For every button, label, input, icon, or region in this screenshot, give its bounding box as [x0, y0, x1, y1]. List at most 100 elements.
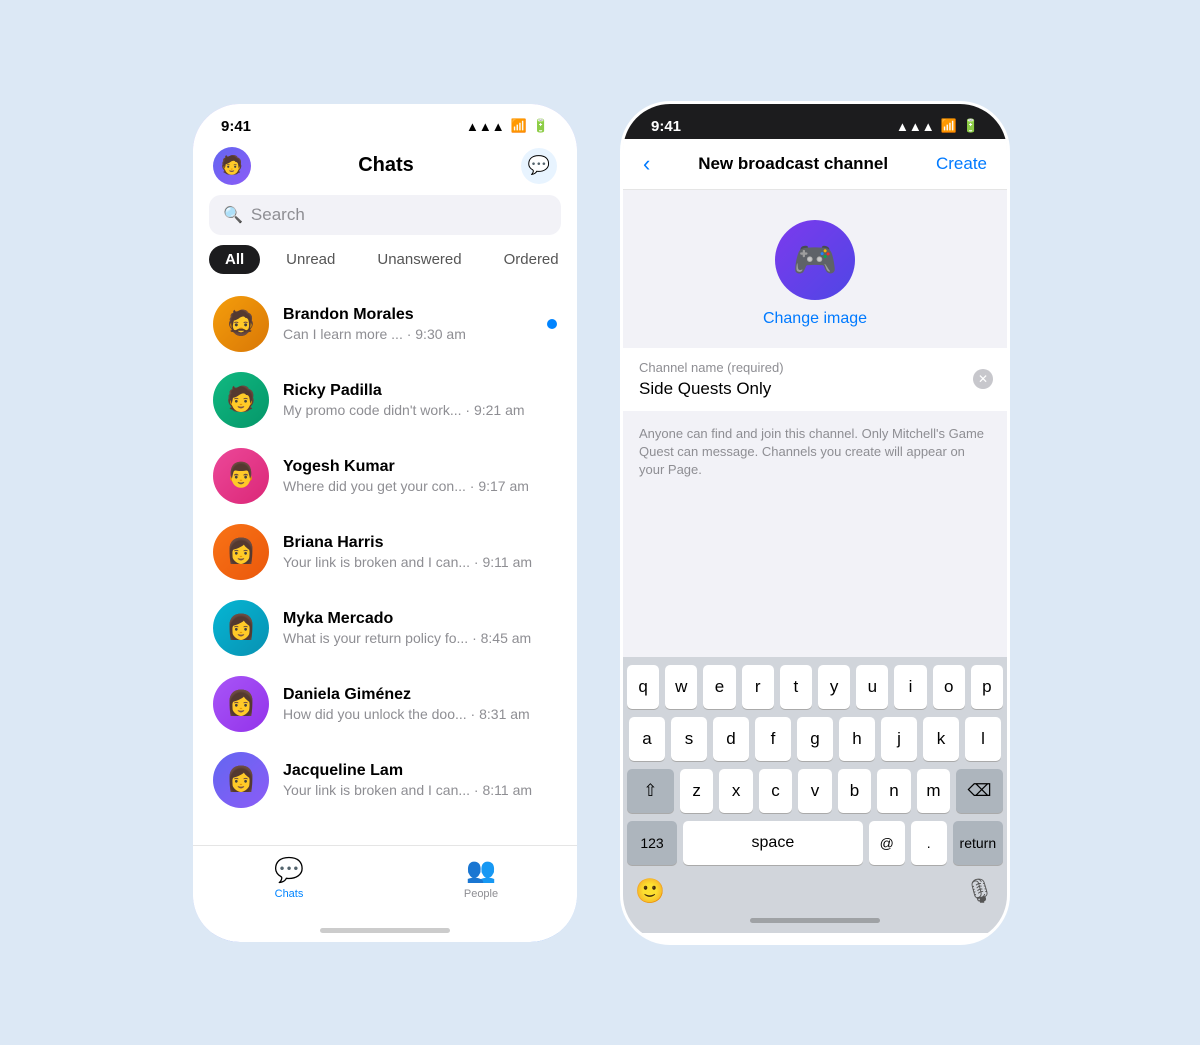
key-s[interactable]: s	[671, 717, 707, 761]
search-placeholder: Search	[251, 205, 305, 225]
key-r[interactable]: r	[742, 665, 774, 709]
avatar: 👩	[213, 524, 269, 580]
key-k[interactable]: k	[923, 717, 959, 761]
key-a[interactable]: a	[629, 717, 665, 761]
channel-name-section: Channel name (required) ✕	[623, 348, 1007, 411]
list-item[interactable]: 👩 Briana Harris Your link is broken and …	[193, 514, 577, 590]
key-x[interactable]: x	[719, 769, 752, 813]
avatar: 🧔	[213, 296, 269, 352]
back-button[interactable]: ‹	[643, 151, 650, 177]
user-avatar[interactable]: 🧑	[213, 147, 251, 185]
chat-info: Brandon Morales Can I learn more ... · 9…	[283, 306, 533, 342]
chat-preview: What is your return policy fo... · 8:45 …	[283, 630, 557, 646]
key-l[interactable]: l	[965, 717, 1001, 761]
filter-tab-all[interactable]: All	[209, 245, 260, 274]
key-d[interactable]: d	[713, 717, 749, 761]
key-o[interactable]: o	[933, 665, 965, 709]
signal-icon: ▲▲▲	[466, 119, 505, 134]
emoji-button[interactable]: 🙂	[635, 877, 665, 906]
home-indicator-right	[750, 918, 880, 923]
compose-icon[interactable]: 💬	[521, 148, 557, 184]
filter-tab-unread[interactable]: Unread	[270, 245, 351, 274]
time-left: 9:41	[221, 118, 251, 135]
channel-name-input[interactable]	[639, 379, 991, 399]
delete-key[interactable]: ⌫	[956, 769, 1003, 813]
keyboard-row-1: q w e r t y u i o p	[627, 665, 1003, 709]
keyboard-row-4: 123 space @ . return	[627, 821, 1003, 865]
right-phone-home-indicator-container	[623, 918, 1007, 933]
chat-name: Brandon Morales	[283, 306, 533, 324]
key-e[interactable]: e	[703, 665, 735, 709]
chat-name: Briana Harris	[283, 534, 557, 552]
key-f[interactable]: f	[755, 717, 791, 761]
keyboard: q w e r t y u i o p a s d f g	[623, 657, 1007, 918]
key-j[interactable]: j	[881, 717, 917, 761]
chat-name: Myka Mercado	[283, 610, 557, 628]
unread-dot	[547, 319, 557, 329]
channel-avatar: 🎮	[775, 220, 855, 300]
search-bar[interactable]: 🔍 Search	[209, 195, 561, 235]
key-h[interactable]: h	[839, 717, 875, 761]
key-w[interactable]: w	[665, 665, 697, 709]
list-item[interactable]: 👩 Daniela Giménez How did you unlock the…	[193, 666, 577, 742]
battery-icon: 🔋	[533, 118, 549, 134]
key-t[interactable]: t	[780, 665, 812, 709]
filter-tabs: All Unread Unanswered Ordered	[193, 245, 577, 286]
avatar: 👩	[213, 600, 269, 656]
people-nav-icon: 👥	[466, 856, 496, 885]
chat-preview: Can I learn more ... · 9:30 am	[283, 326, 533, 342]
channel-body: 🎮 Change image Channel name (required) ✕…	[623, 190, 1007, 657]
filter-tab-unanswered[interactable]: Unanswered	[361, 245, 477, 274]
key-c[interactable]: c	[759, 769, 792, 813]
create-button[interactable]: Create	[936, 154, 987, 174]
signal-icon-right: ▲▲▲	[896, 119, 935, 134]
key-q[interactable]: q	[627, 665, 659, 709]
keyboard-row-3: ⇧ z x c v b n m ⌫	[627, 769, 1003, 813]
list-item[interactable]: 👩 Jacqueline Lam Your link is broken and…	[193, 742, 577, 818]
key-v[interactable]: v	[798, 769, 831, 813]
key-n[interactable]: n	[877, 769, 910, 813]
avatar: 👩	[213, 676, 269, 732]
status-bar-left: 9:41 ▲▲▲ 📶 🔋	[193, 104, 577, 139]
chat-info: Jacqueline Lam Your link is broken and I…	[283, 762, 557, 798]
key-y[interactable]: y	[818, 665, 850, 709]
people-nav-label: People	[464, 888, 498, 900]
right-phone-content: ‹ New broadcast channel Create 🎮 Change …	[623, 139, 1007, 933]
filter-tab-ordered[interactable]: Ordered	[488, 245, 575, 274]
chat-name: Yogesh Kumar	[283, 458, 557, 476]
chat-preview: Where did you get your con... · 9:17 am	[283, 478, 557, 494]
space-key[interactable]: space	[683, 821, 863, 865]
channel-image-section: 🎮 Change image	[623, 190, 1007, 348]
channel-header: ‹ New broadcast channel Create	[623, 139, 1007, 190]
home-indicator	[320, 928, 450, 933]
wifi-icon-right: 📶	[941, 118, 957, 134]
period-key[interactable]: .	[911, 821, 947, 865]
list-item[interactable]: 🧔 Brandon Morales Can I learn more ... ·…	[193, 286, 577, 362]
numbers-key[interactable]: 123	[627, 821, 677, 865]
return-key[interactable]: return	[953, 821, 1003, 865]
status-icons-left: ▲▲▲ 📶 🔋	[466, 118, 549, 134]
key-p[interactable]: p	[971, 665, 1003, 709]
clear-input-button[interactable]: ✕	[973, 369, 993, 389]
list-item[interactable]: 🧑 Ricky Padilla My promo code didn't wor…	[193, 362, 577, 438]
key-g[interactable]: g	[797, 717, 833, 761]
nav-item-chats[interactable]: 💬 Chats	[193, 856, 385, 900]
key-b[interactable]: b	[838, 769, 871, 813]
mic-button[interactable]: 🎙	[965, 877, 995, 906]
shift-key[interactable]: ⇧	[627, 769, 674, 813]
search-icon: 🔍	[223, 205, 243, 225]
list-item[interactable]: 👩 Myka Mercado What is your return polic…	[193, 590, 577, 666]
bottom-nav: 💬 Chats 👥 People	[193, 845, 577, 920]
key-u[interactable]: u	[856, 665, 888, 709]
chat-preview: How did you unlock the doo... · 8:31 am	[283, 706, 557, 722]
list-item[interactable]: 👨 Yogesh Kumar Where did you get your co…	[193, 438, 577, 514]
key-z[interactable]: z	[680, 769, 713, 813]
change-image-button[interactable]: Change image	[763, 310, 867, 328]
chat-info: Briana Harris Your link is broken and I …	[283, 534, 557, 570]
nav-item-people[interactable]: 👥 People	[385, 856, 577, 900]
key-i[interactable]: i	[894, 665, 926, 709]
at-key[interactable]: @	[869, 821, 905, 865]
time-right: 9:41	[651, 118, 681, 135]
chat-preview: Your link is broken and I can... · 8:11 …	[283, 782, 557, 798]
key-m[interactable]: m	[917, 769, 950, 813]
